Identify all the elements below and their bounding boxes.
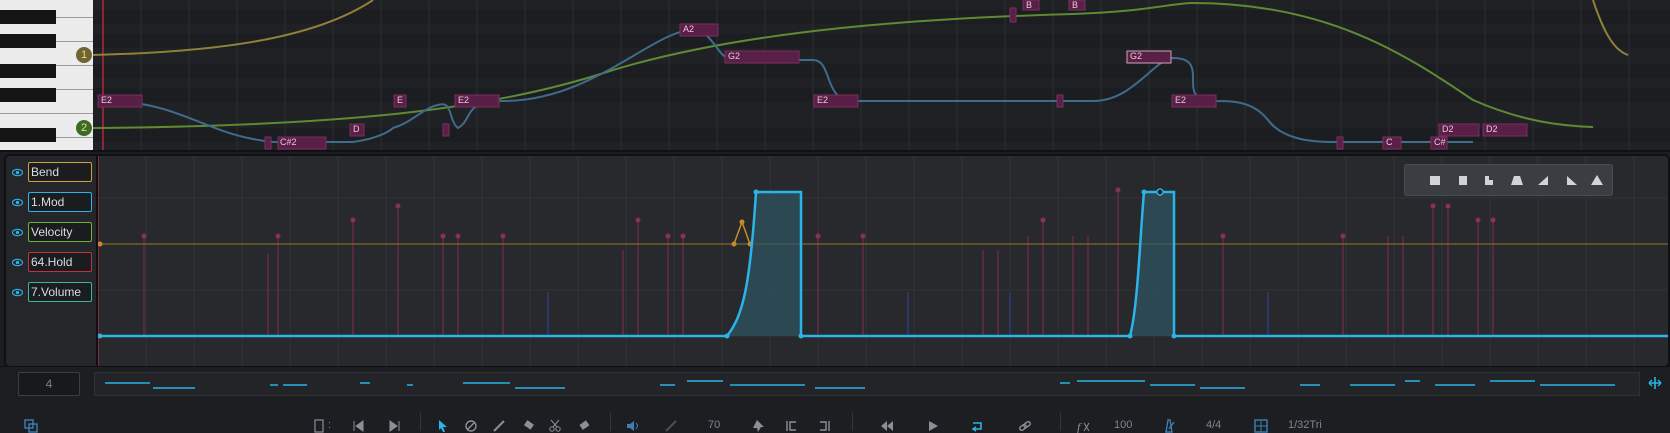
note-label: C (1386, 137, 1393, 147)
black-key[interactable] (0, 88, 56, 102)
square-half-icon[interactable] (1455, 172, 1471, 188)
lane-label[interactable]: 7.Volume (28, 282, 92, 302)
eye-icon[interactable] (12, 197, 23, 208)
overview-bar: 4 (0, 366, 1670, 399)
lane-label[interactable]: Velocity (28, 222, 92, 242)
note-label: E2 (817, 95, 829, 105)
note-label: D2 (1486, 124, 1498, 134)
lane-volume[interactable]: 7.Volume (10, 282, 94, 304)
bend-marker-1[interactable]: 1 (76, 47, 92, 63)
shape-toolbar (1404, 164, 1613, 196)
note-grid-canvas[interactable] (93, 0, 1670, 150)
piano-keyboard[interactable]: 1 2 (0, 0, 93, 150)
triangle-icon[interactable] (1589, 172, 1605, 188)
bottom-toolbar: : 70 f 100 4/4 1/32Tri (0, 399, 1670, 433)
step-icon[interactable] (1482, 172, 1498, 188)
note-label: E2 (101, 95, 113, 105)
eye-icon[interactable] (12, 257, 23, 268)
note-label: A2 (683, 24, 695, 34)
black-key[interactable] (0, 10, 56, 24)
ramp-up-icon[interactable] (1536, 172, 1552, 188)
ramp-down-icon[interactable] (1563, 172, 1579, 188)
overview-number-field[interactable]: 4 (18, 372, 80, 396)
black-key[interactable] (0, 128, 56, 142)
square-icon[interactable] (1427, 172, 1443, 188)
trapezoid-icon[interactable] (1509, 172, 1525, 188)
lane-hold[interactable]: 64.Hold (10, 252, 94, 274)
zoom-icon[interactable] (1648, 376, 1662, 390)
note-label: B (1026, 0, 1033, 10)
piano-roll[interactable]: 1 2 E2 C#2 D E E2 A2 G2 E2 B B G2 E2 C C… (0, 0, 1670, 152)
black-key[interactable] (0, 34, 56, 48)
note-grid[interactable]: E2 C#2 D E E2 A2 G2 E2 B B G2 E2 C C# D2… (93, 0, 1670, 150)
note-label: D2 (1442, 124, 1454, 134)
lane-label[interactable]: Bend (28, 162, 92, 182)
overview-notes (105, 380, 1615, 389)
eye-icon[interactable] (12, 227, 23, 238)
lane-label[interactable]: 1.Mod (28, 192, 92, 212)
eye-icon[interactable] (12, 287, 23, 298)
note-label: C#2 (280, 137, 297, 147)
note-label: E2 (458, 95, 470, 105)
note-label: D (353, 124, 360, 134)
overview-strip[interactable] (94, 372, 1640, 396)
note-label: E (397, 95, 404, 105)
lane-velocity[interactable]: Velocity (10, 222, 94, 244)
note-label: C# (1434, 137, 1446, 147)
velocity-marker-2[interactable]: 2 (76, 120, 92, 136)
eye-icon[interactable] (12, 167, 23, 178)
note-label: B (1072, 0, 1079, 10)
black-key[interactable] (0, 64, 56, 78)
lane-label[interactable]: 64.Hold (28, 252, 92, 272)
note-label: E2 (1175, 95, 1187, 105)
lane-bend[interactable]: Bend (10, 162, 94, 184)
lane-mod[interactable]: 1.Mod (10, 192, 94, 214)
automation-lane-list: Bend 1.Mod Velocity 64.Hold 7.Volume (6, 156, 98, 366)
note-label: G2 (728, 51, 741, 61)
note-label: G2 (1130, 51, 1143, 61)
svg-text:f: f (1077, 420, 1082, 433)
